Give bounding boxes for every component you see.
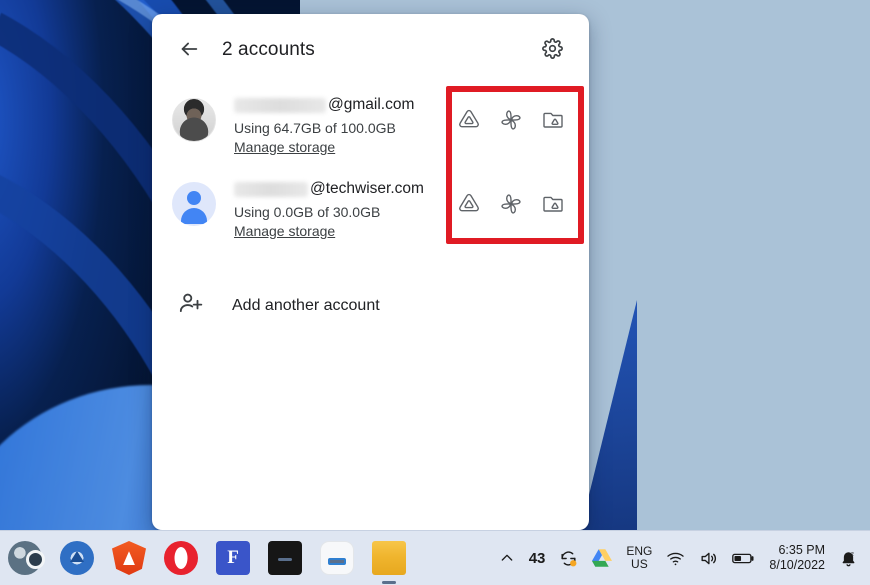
clock[interactable]: 6:35 PM 8/10/2022 xyxy=(769,543,825,573)
language-secondary: US xyxy=(631,557,648,571)
taskbar-app-white-circle-app[interactable] xyxy=(320,541,354,575)
account-row[interactable]: @techwiser.com Using 0.0GB of 30.0GB Man… xyxy=(152,170,589,254)
clock-time: 6:35 PM xyxy=(778,543,825,557)
back-arrow-icon xyxy=(178,38,200,63)
account-storage-usage: Using 64.7GB of 100.0GB xyxy=(234,120,396,136)
account-service-icons xyxy=(457,176,571,216)
svg-text:z: z xyxy=(851,551,854,558)
notification-bell-dnd-icon[interactable]: z xyxy=(839,549,858,568)
account-email: @gmail.com xyxy=(328,96,415,113)
tray-notification-count[interactable]: 43 xyxy=(529,550,546,567)
taskbar-app-f-app[interactable]: F xyxy=(216,541,250,575)
add-another-account-label: Add another account xyxy=(232,296,380,314)
taskbar-app-steam[interactable] xyxy=(8,541,46,575)
drive-icon[interactable] xyxy=(457,192,481,216)
clock-date: 8/10/2022 xyxy=(769,558,825,572)
drive-folder-icon[interactable] xyxy=(541,108,565,132)
add-another-account-button[interactable]: Add another account xyxy=(152,276,589,335)
account-row[interactable]: @gmail.com Using 64.7GB of 100.0GB Manag… xyxy=(152,86,589,170)
person-add-icon xyxy=(178,290,204,321)
account-storage-usage: Using 0.0GB of 30.0GB xyxy=(234,204,381,220)
back-button[interactable] xyxy=(170,31,208,69)
account-email: @techwiser.com xyxy=(310,180,424,197)
page-title: 2 accounts xyxy=(222,39,315,60)
manage-storage-link[interactable]: Manage storage xyxy=(234,223,335,239)
gear-icon xyxy=(541,38,563,62)
settings-button[interactable] xyxy=(533,31,571,69)
drive-icon[interactable] xyxy=(457,108,481,132)
battery-icon[interactable] xyxy=(732,549,755,568)
speaker-icon[interactable] xyxy=(699,549,718,568)
google-drive-icon[interactable] xyxy=(592,549,613,567)
taskbar-app-file-explorer[interactable] xyxy=(372,541,406,575)
redacted-username xyxy=(234,97,326,113)
account-email-line: @gmail.com xyxy=(234,94,457,116)
wifi-icon[interactable] xyxy=(666,549,685,568)
taskbar-app-dark-red-dot-app[interactable] xyxy=(268,541,302,575)
taskbar-system-tray: 43 ENG US 6:35 PM 8/10/2022 z xyxy=(499,543,870,573)
avatar xyxy=(172,98,216,142)
taskbar-app-list: F xyxy=(0,541,406,575)
taskbar-app-opera-browser[interactable] xyxy=(164,541,198,575)
redacted-username xyxy=(234,181,308,197)
photos-icon[interactable] xyxy=(499,192,523,216)
taskbar-app-blue-circle-app[interactable] xyxy=(60,541,94,575)
sync-icon[interactable] xyxy=(559,549,578,568)
account-info: @gmail.com Using 64.7GB of 100.0GB Manag… xyxy=(234,92,457,157)
language-indicator[interactable]: ENG US xyxy=(626,545,652,571)
taskbar-app-brave-browser[interactable] xyxy=(112,541,146,575)
drive-folder-icon[interactable] xyxy=(541,192,565,216)
avatar xyxy=(172,182,216,226)
manage-storage-link[interactable]: Manage storage xyxy=(234,139,335,155)
photos-icon[interactable] xyxy=(499,108,523,132)
google-drive-accounts-panel: 2 accounts @gmail.com Using 64.7GB of 10… xyxy=(152,14,589,530)
taskbar: F 43 ENG US 6:35 PM 8/10/2022 z xyxy=(0,530,870,585)
chevron-up-icon[interactable] xyxy=(499,550,515,566)
account-service-icons xyxy=(457,92,571,132)
account-info: @techwiser.com Using 0.0GB of 30.0GB Man… xyxy=(234,176,457,241)
panel-header: 2 accounts xyxy=(152,14,589,86)
account-email-line: @techwiser.com xyxy=(234,178,457,200)
